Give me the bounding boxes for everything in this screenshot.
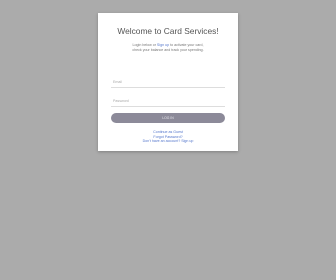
login-button[interactable]: LOG IN bbox=[111, 113, 225, 123]
page-title: Welcome to Card Services! bbox=[117, 26, 219, 36]
email-field[interactable] bbox=[111, 77, 225, 88]
intro-text-start: Login below or bbox=[132, 43, 157, 47]
intro-text: Login below or Sign up to activate your … bbox=[110, 43, 226, 53]
password-field[interactable] bbox=[111, 96, 225, 107]
sign-up-link[interactable]: Sign up bbox=[157, 43, 169, 47]
intro-text-line2: check your balance and track your spendi… bbox=[132, 48, 204, 53]
intro-text-end: to activate your card, bbox=[169, 43, 204, 47]
login-card: Welcome to Card Services! Login below or… bbox=[98, 13, 238, 151]
secondary-links: Continue as Guest Forgot Password? Don't… bbox=[98, 130, 238, 144]
sign-up-prompt-link[interactable]: Don't have an account? Sign up bbox=[98, 139, 238, 144]
